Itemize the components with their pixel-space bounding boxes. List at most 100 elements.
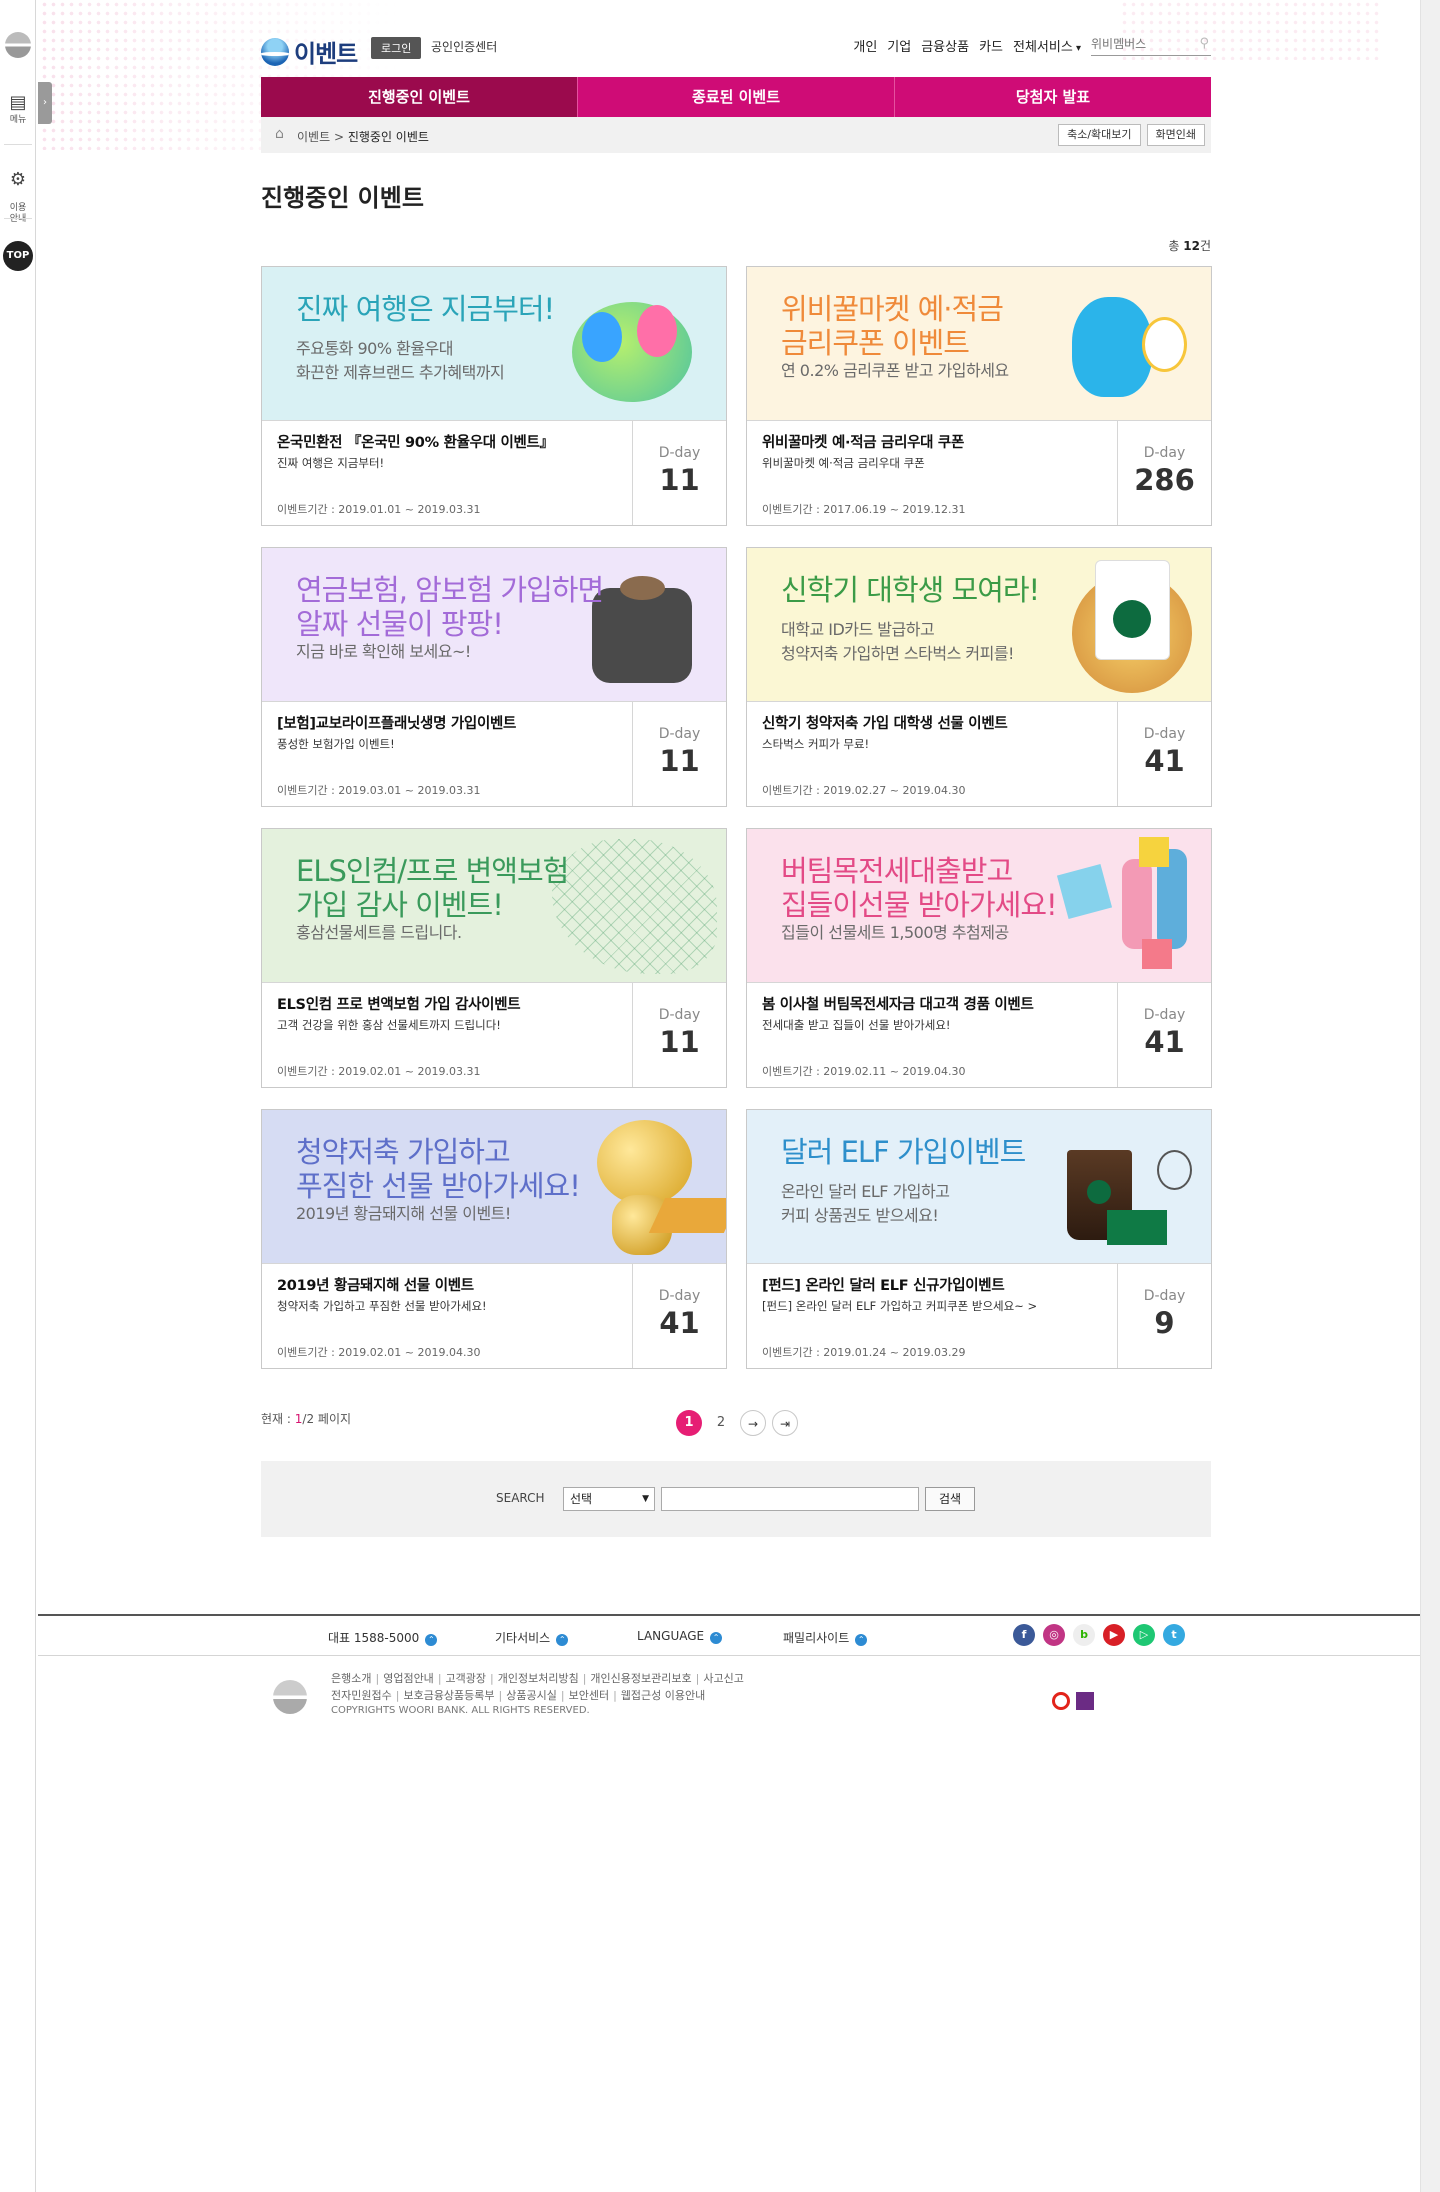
- dday-count: 11: [659, 744, 700, 778]
- event-title[interactable]: 신학기 청약저축 가입 대학생 선물 이벤트: [762, 712, 1112, 733]
- dday-box: D-day 11: [632, 982, 726, 1087]
- youtube-icon[interactable]: ▶: [1103, 1624, 1125, 1646]
- footer-link[interactable]: 은행소개: [331, 1672, 371, 1685]
- footer-link[interactable]: 개인정보처리방침: [498, 1672, 579, 1685]
- event-banner[interactable]: 진짜 여행은 지금부터! 주요통화 90% 환율우대 화끈한 제휴브랜드 추가혜택…: [262, 267, 726, 420]
- search-keyword-input[interactable]: [661, 1487, 919, 1511]
- event-card[interactable]: 연금보험, 암보험 가입하면 알짜 선물이 팡팡! 지금 바로 확인해 보세요~!…: [261, 547, 727, 807]
- event-banner[interactable]: ELS인컴/프로 변액보험 가입 감사 이벤트! 홍삼선물세트를 드립니다.: [262, 829, 726, 982]
- search-type-select[interactable]: 선택: [563, 1487, 655, 1511]
- event-info[interactable]: 신학기 청약저축 가입 대학생 선물 이벤트 스타벅스 커피가 무료! 이벤트기간 …: [747, 701, 1117, 806]
- footer-link[interactable]: 사고신고: [703, 1672, 743, 1685]
- event-info[interactable]: [보험]교보라이프플래닛생명 가입이벤트 풍성한 보험가입 이벤트! 이벤트기간 :…: [262, 701, 632, 806]
- tab-winners[interactable]: 당첨자 발표: [894, 77, 1211, 117]
- footer-other-services[interactable]: 기타서비스: [495, 1629, 568, 1646]
- event-title[interactable]: ELS인컴 프로 변액보험 가입 감사이벤트: [277, 993, 627, 1014]
- home-icon[interactable]: ⌂: [275, 126, 284, 142]
- footer-link[interactable]: 고객광장: [446, 1672, 486, 1685]
- dday-label: D-day: [658, 726, 701, 742]
- login-button[interactable]: 로그인: [371, 37, 422, 59]
- cert-center-link[interactable]: 공인인증센터: [431, 38, 497, 55]
- dday-count: 41: [1144, 744, 1185, 778]
- footer-link[interactable]: 보안센터: [569, 1689, 609, 1702]
- dday-count: 286: [1134, 463, 1195, 497]
- event-card[interactable]: 달러 ELF 가입이벤트 온라인 달러 ELF 가입하고 커피 상품권도 받으세요…: [746, 1109, 1212, 1369]
- divider: |: [695, 1672, 700, 1685]
- footer-link[interactable]: 전자민원접수: [331, 1689, 392, 1702]
- event-card[interactable]: ELS인컴/프로 변액보험 가입 감사 이벤트! 홍삼선물세트를 드립니다. ELS…: [261, 828, 727, 1088]
- footer-link[interactable]: 보호금융상품등록부: [403, 1689, 494, 1702]
- footer-link[interactable]: 상품공시실: [506, 1689, 557, 1702]
- zoom-button[interactable]: 축소/확대보기: [1058, 124, 1141, 146]
- quick-menu-bar: ▤ 메뉴 ⚙ 이용 안내 TOP: [0, 0, 36, 2192]
- tab-ongoing[interactable]: 진행중인 이벤트: [261, 77, 577, 117]
- footer-family-sites[interactable]: 패밀리사이트: [783, 1629, 867, 1646]
- blog-icon[interactable]: b: [1073, 1624, 1095, 1646]
- event-info[interactable]: [펀드] 온라인 달러 ELF 신규가입이벤트 [펀드] 온라인 달러 ELF 가…: [747, 1263, 1117, 1368]
- gnb-personal[interactable]: 개인: [853, 36, 877, 55]
- event-title[interactable]: [보험]교보라이프플래닛생명 가입이벤트: [277, 712, 627, 733]
- search-input[interactable]: [1091, 34, 1187, 54]
- event-title[interactable]: 온국민환전 『온국민 90% 환율우대 이벤트』: [277, 431, 627, 452]
- bank-logo-icon[interactable]: [5, 32, 31, 58]
- footer-link[interactable]: 영업점안내: [383, 1672, 434, 1685]
- twitter-icon[interactable]: t: [1163, 1624, 1185, 1646]
- event-info[interactable]: 온국민환전 『온국민 90% 환율우대 이벤트』 진짜 여행은 지금부터! 이벤트기…: [262, 420, 632, 525]
- banner-title: 청약저축 가입하고 푸짐한 선물 받아가세요!: [296, 1135, 581, 1203]
- gnb-all-services[interactable]: 전체서비스: [1013, 36, 1081, 55]
- gnb-products[interactable]: 금융상품: [921, 36, 969, 55]
- quick-bar-toggle[interactable]: ›: [38, 82, 52, 124]
- tab-ended[interactable]: 종료된 이벤트: [577, 77, 894, 117]
- quick-menu-button[interactable]: ▤ 메뉴: [0, 94, 36, 126]
- event-title[interactable]: 봄 이사철 버팀목전세자금 대고객 경품 이벤트: [762, 993, 1112, 1014]
- banner-title: 신학기 대학생 모여라!: [781, 573, 1040, 607]
- dday-box: D-day 41: [632, 1263, 726, 1368]
- event-card[interactable]: 진짜 여행은 지금부터! 주요통화 90% 환율우대 화끈한 제휴브랜드 추가혜택…: [261, 266, 727, 526]
- event-card[interactable]: 청약저축 가입하고 푸짐한 선물 받아가세요! 2019년 황금돼지해 선물 이벤…: [261, 1109, 727, 1369]
- facebook-icon[interactable]: f: [1013, 1624, 1035, 1646]
- banner-title: 위비꿀마켓 예·적금 금리쿠폰 이벤트: [781, 292, 1004, 360]
- logo[interactable]: 이벤트: [261, 34, 358, 69]
- gnb-business[interactable]: 기업: [887, 36, 911, 55]
- top-button[interactable]: TOP: [3, 241, 33, 271]
- pagination: 1 2 → ⇥: [676, 1410, 804, 1436]
- search-icon[interactable]: ⚲: [1199, 36, 1209, 51]
- footer-language[interactable]: LANGUAGE: [637, 1629, 722, 1644]
- event-banner[interactable]: 달러 ELF 가입이벤트 온라인 달러 ELF 가입하고 커피 상품권도 받으세요…: [747, 1110, 1211, 1263]
- divider: |: [613, 1689, 617, 1702]
- footer-phone[interactable]: 대표 1588-5000: [328, 1629, 437, 1646]
- sns-links: f ◎ b ▶ ▷ t: [1013, 1624, 1193, 1646]
- divider: |: [395, 1689, 400, 1702]
- breadcrumb-item[interactable]: 이벤트: [297, 130, 330, 144]
- event-banner[interactable]: 연금보험, 암보험 가입하면 알짜 선물이 팡팡! 지금 바로 확인해 보세요~!: [262, 548, 726, 701]
- event-banner[interactable]: 신학기 대학생 모여라! 대학교 ID카드 발급하고 청약저축 가입하면 스타벅스…: [747, 548, 1211, 701]
- arrow-right-icon[interactable]: →: [740, 1410, 766, 1436]
- event-info[interactable]: 봄 이사철 버팀목전세자금 대고객 경품 이벤트 전세대출 받고 집들이 선물 받…: [747, 982, 1117, 1087]
- footer-link[interactable]: 웹접근성 이용안내: [621, 1689, 705, 1702]
- quick-guide-button[interactable]: ⚙ 이용 안내: [0, 160, 36, 225]
- event-card[interactable]: 버팀목전세대출받고 집들이선물 받아가세요! 집들이 선물세트 1,500명 추첨…: [746, 828, 1212, 1088]
- search-button[interactable]: 검색: [925, 1487, 975, 1511]
- dday-label: D-day: [658, 1007, 701, 1023]
- event-card[interactable]: 위비꿀마켓 예·적금 금리쿠폰 이벤트 연 0.2% 금리쿠폰 받고 가입하세요 위…: [746, 266, 1212, 526]
- scrollbar[interactable]: [1420, 0, 1440, 2192]
- event-title[interactable]: 위비꿀마켓 예·적금 금리우대 쿠폰: [762, 431, 1112, 452]
- gnb-card[interactable]: 카드: [979, 36, 1003, 55]
- event-info[interactable]: 2019년 황금돼지해 선물 이벤트 청약저축 가입하고 푸짐한 선물 받아가세요…: [262, 1263, 632, 1368]
- event-title[interactable]: [펀드] 온라인 달러 ELF 신규가입이벤트: [762, 1274, 1112, 1295]
- footer-link[interactable]: 개인신용정보관리보호: [590, 1672, 691, 1685]
- event-banner[interactable]: 위비꿀마켓 예·적금 금리쿠폰 이벤트 연 0.2% 금리쿠폰 받고 가입하세요: [747, 267, 1211, 420]
- instagram-icon[interactable]: ◎: [1043, 1624, 1065, 1646]
- event-banner[interactable]: 청약저축 가입하고 푸짐한 선물 받아가세요! 2019년 황금돼지해 선물 이벤…: [262, 1110, 726, 1263]
- event-info[interactable]: 위비꿀마켓 예·적금 금리우대 쿠폰 위비꿀마켓 예·적금 금리우대 쿠폰 이벤트기…: [747, 420, 1117, 525]
- banner-subtitle: 대학교 ID카드 발급하고 청약저축 가입하면 스타벅스 커피를!: [781, 620, 1014, 663]
- event-title[interactable]: 2019년 황금돼지해 선물 이벤트: [277, 1274, 627, 1295]
- play-icon[interactable]: ▷: [1133, 1624, 1155, 1646]
- event-info[interactable]: ELS인컴 프로 변액보험 가입 감사이벤트 고객 건강을 위한 홍삼 선물세트까…: [262, 982, 632, 1087]
- page-1-button[interactable]: 1: [676, 1410, 702, 1436]
- page-2-button[interactable]: 2: [708, 1410, 734, 1436]
- event-card[interactable]: 신학기 대학생 모여라! 대학교 ID카드 발급하고 청약저축 가입하면 스타벅스…: [746, 547, 1212, 807]
- print-button[interactable]: 화면인쇄: [1146, 124, 1205, 146]
- event-banner[interactable]: 버팀목전세대출받고 집들이선물 받아가세요! 집들이 선물세트 1,500명 추첨…: [747, 829, 1211, 982]
- arrow-last-icon[interactable]: ⇥: [772, 1410, 798, 1436]
